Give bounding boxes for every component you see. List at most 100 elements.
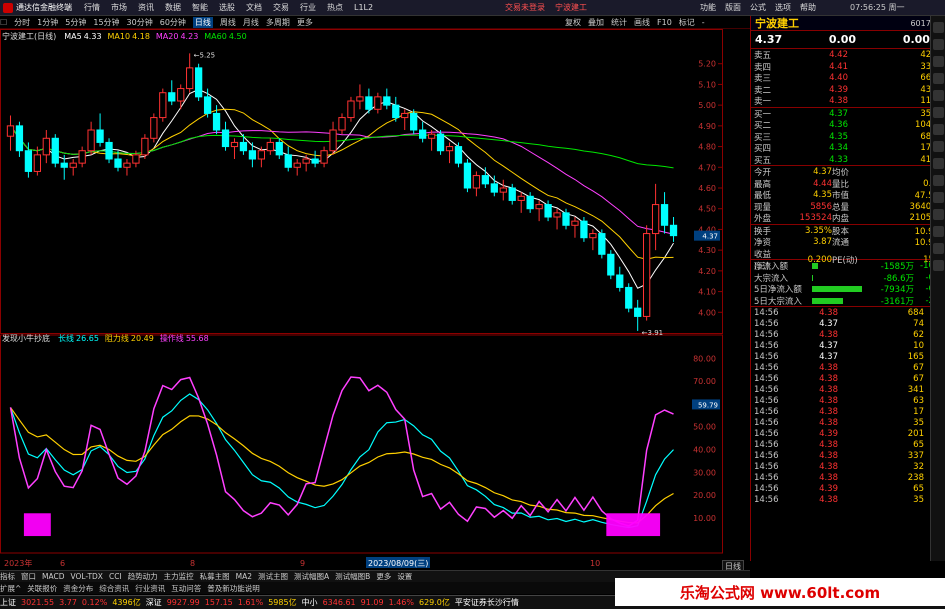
side-tool-icon[interactable]: [933, 260, 944, 271]
right-menu-item[interactable]: 公式: [750, 2, 766, 13]
side-tool-icon[interactable]: [933, 107, 944, 118]
side-tool-icon[interactable]: [933, 243, 944, 254]
date-axis-label: 10: [590, 559, 600, 568]
timeframe-tab[interactable]: 月线: [243, 17, 259, 28]
bid-row[interactable]: 买四4.341778: [751, 142, 945, 154]
ask-row[interactable]: 卖二4.394309: [751, 84, 945, 96]
tick-row: 14:564.38684S: [751, 307, 945, 318]
level-label: 买三: [754, 132, 772, 143]
side-tool-icon[interactable]: [933, 141, 944, 152]
indicator-tab[interactable]: 测试幅图B: [335, 571, 370, 582]
price-axis-label: 4.50: [698, 205, 716, 214]
indicator-tab[interactable]: 趋势动力: [128, 571, 158, 582]
menu-item[interactable]: 选股: [219, 2, 235, 13]
indicator-tab[interactable]: 更多: [376, 571, 391, 582]
side-tool-icon[interactable]: [933, 73, 944, 84]
timeframe-tab[interactable]: 60分钟: [160, 17, 186, 28]
extension-tab[interactable]: 普及新功能说明: [207, 583, 260, 594]
menu-item[interactable]: 智能: [192, 2, 208, 13]
timeframe-tab[interactable]: 周线: [220, 17, 236, 28]
side-tool-icon[interactable]: [933, 90, 944, 101]
ask-row[interactable]: 卖四4.413362: [751, 61, 945, 73]
indicator-tab[interactable]: MA2: [236, 572, 252, 581]
indicator-tab[interactable]: CCI: [109, 572, 122, 581]
tick-volume: 35: [913, 417, 924, 428]
center-link[interactable]: 交易未登录: [505, 2, 545, 13]
menu-item[interactable]: 文档: [246, 2, 262, 13]
indicator-tab[interactable]: 测试主图: [258, 571, 288, 582]
price-axis-label: 4.70: [698, 163, 716, 172]
center-link[interactable]: 宁波建工: [555, 2, 587, 13]
bid-row[interactable]: 买一4.373571: [751, 108, 945, 120]
right-menu-item[interactable]: 版面: [725, 2, 741, 13]
chart-tool-button[interactable]: -: [702, 18, 705, 27]
timeframe-tab[interactable]: 更多: [297, 17, 313, 28]
extension-tab[interactable]: 资金分布: [63, 583, 93, 594]
indicator-tab[interactable]: 设置: [397, 571, 412, 582]
menu-item[interactable]: 行业: [300, 2, 316, 13]
ask-row[interactable]: 卖五4.424255: [751, 49, 945, 61]
tick-list[interactable]: 14:564.38684S14:564.3774B14:564.3862S14:…: [751, 307, 945, 505]
indicator-tab[interactable]: MACD: [42, 572, 64, 581]
chart-tool-button[interactable]: 复权: [565, 17, 581, 28]
timeframe-tab[interactable]: 15分钟: [93, 17, 119, 28]
indicator-tab[interactable]: 窗口: [21, 571, 36, 582]
side-tool-icon[interactable]: [933, 124, 944, 135]
timeframe-tab[interactable]: 分时: [14, 17, 30, 28]
timeframe-tab[interactable]: 30分钟: [127, 17, 153, 28]
candle-body: [320, 150, 328, 164]
indicator-tab[interactable]: 测试幅图A: [294, 571, 329, 582]
timeframe-tab[interactable]: 5分钟: [65, 17, 86, 28]
menu-item[interactable]: 行情: [84, 2, 100, 13]
side-tool-icon[interactable]: [933, 56, 944, 67]
indicator-tab[interactable]: 主力监控: [164, 571, 194, 582]
menu-item[interactable]: 交易: [273, 2, 289, 13]
side-tool-icon[interactable]: [933, 22, 944, 33]
flow-row: 5日大宗流入-3161万-2%: [751, 295, 945, 307]
chart-tool-button[interactable]: 统计: [611, 17, 627, 28]
side-tool-icon[interactable]: [933, 39, 944, 50]
kline-chart[interactable]: 5.205.105.004.904.804.704.604.504.404.30…: [0, 29, 750, 570]
bid-row[interactable]: 买五4.334167: [751, 154, 945, 166]
candle-body: [302, 158, 310, 164]
menu-item[interactable]: 市场: [111, 2, 127, 13]
indicator-tab[interactable]: 私募主图: [200, 571, 230, 582]
indicator-tab[interactable]: 指标: [0, 571, 15, 582]
extension-tab[interactable]: 扩展^: [0, 583, 21, 594]
timeframe-tab[interactable]: 日线: [192, 16, 213, 28]
side-tool-icon[interactable]: [933, 192, 944, 203]
level-label: 买二: [754, 121, 772, 131]
indicator-axis-label: 20.00: [693, 491, 716, 500]
indicator-tab[interactable]: VOL-TDX: [70, 572, 102, 581]
side-tool-icon[interactable]: [933, 175, 944, 186]
chart-tool-button[interactable]: 标记: [679, 17, 695, 28]
toolbar-checkbox-icon[interactable]: ☐: [0, 18, 7, 27]
title-bar: 通达信金融终端 行情 市场 资讯 数据 智能 选股 文档 交易 行业 热点 L1L2 交易未登录 宁波…: [0, 0, 945, 16]
right-menu-item[interactable]: 选项: [775, 2, 791, 13]
chart-tool-button[interactable]: F10: [657, 18, 672, 27]
timeframe-tab[interactable]: 1分钟: [37, 17, 58, 28]
bid-row[interactable]: 买三4.356812: [751, 131, 945, 143]
menu-item[interactable]: 数据: [165, 2, 181, 13]
chart-tool-button[interactable]: 画线: [634, 17, 650, 28]
menu-item[interactable]: 热点: [327, 2, 343, 13]
menu-item[interactable]: L1L2: [354, 3, 373, 12]
side-tool-icon[interactable]: [933, 209, 944, 220]
right-menu-item[interactable]: 功能: [700, 2, 716, 13]
menu-item[interactable]: 资讯: [138, 2, 154, 13]
ask-row[interactable]: 卖三4.406641: [751, 72, 945, 84]
extension-tab[interactable]: 互动问答: [171, 583, 201, 594]
quote-header: 宁波建工 601789: [751, 16, 945, 31]
right-menu-item[interactable]: 帮助: [800, 2, 816, 13]
extension-tab[interactable]: 行业资讯: [135, 583, 165, 594]
bid-row[interactable]: 买二 4.36 10494: [751, 119, 945, 131]
timeframe-tab[interactable]: 多周期: [266, 17, 290, 28]
chart-tool-button[interactable]: 叠加: [588, 17, 604, 28]
side-tool-icon[interactable]: [933, 226, 944, 237]
extension-tab[interactable]: 关联报价: [27, 583, 57, 594]
extension-tab[interactable]: 综合资讯: [99, 583, 129, 594]
candle-body: [553, 212, 561, 218]
side-tool-icon[interactable]: [933, 158, 944, 169]
ask-row[interactable]: 卖一4.381186: [751, 95, 945, 107]
indicator-legend-value: 55.68: [185, 334, 209, 343]
